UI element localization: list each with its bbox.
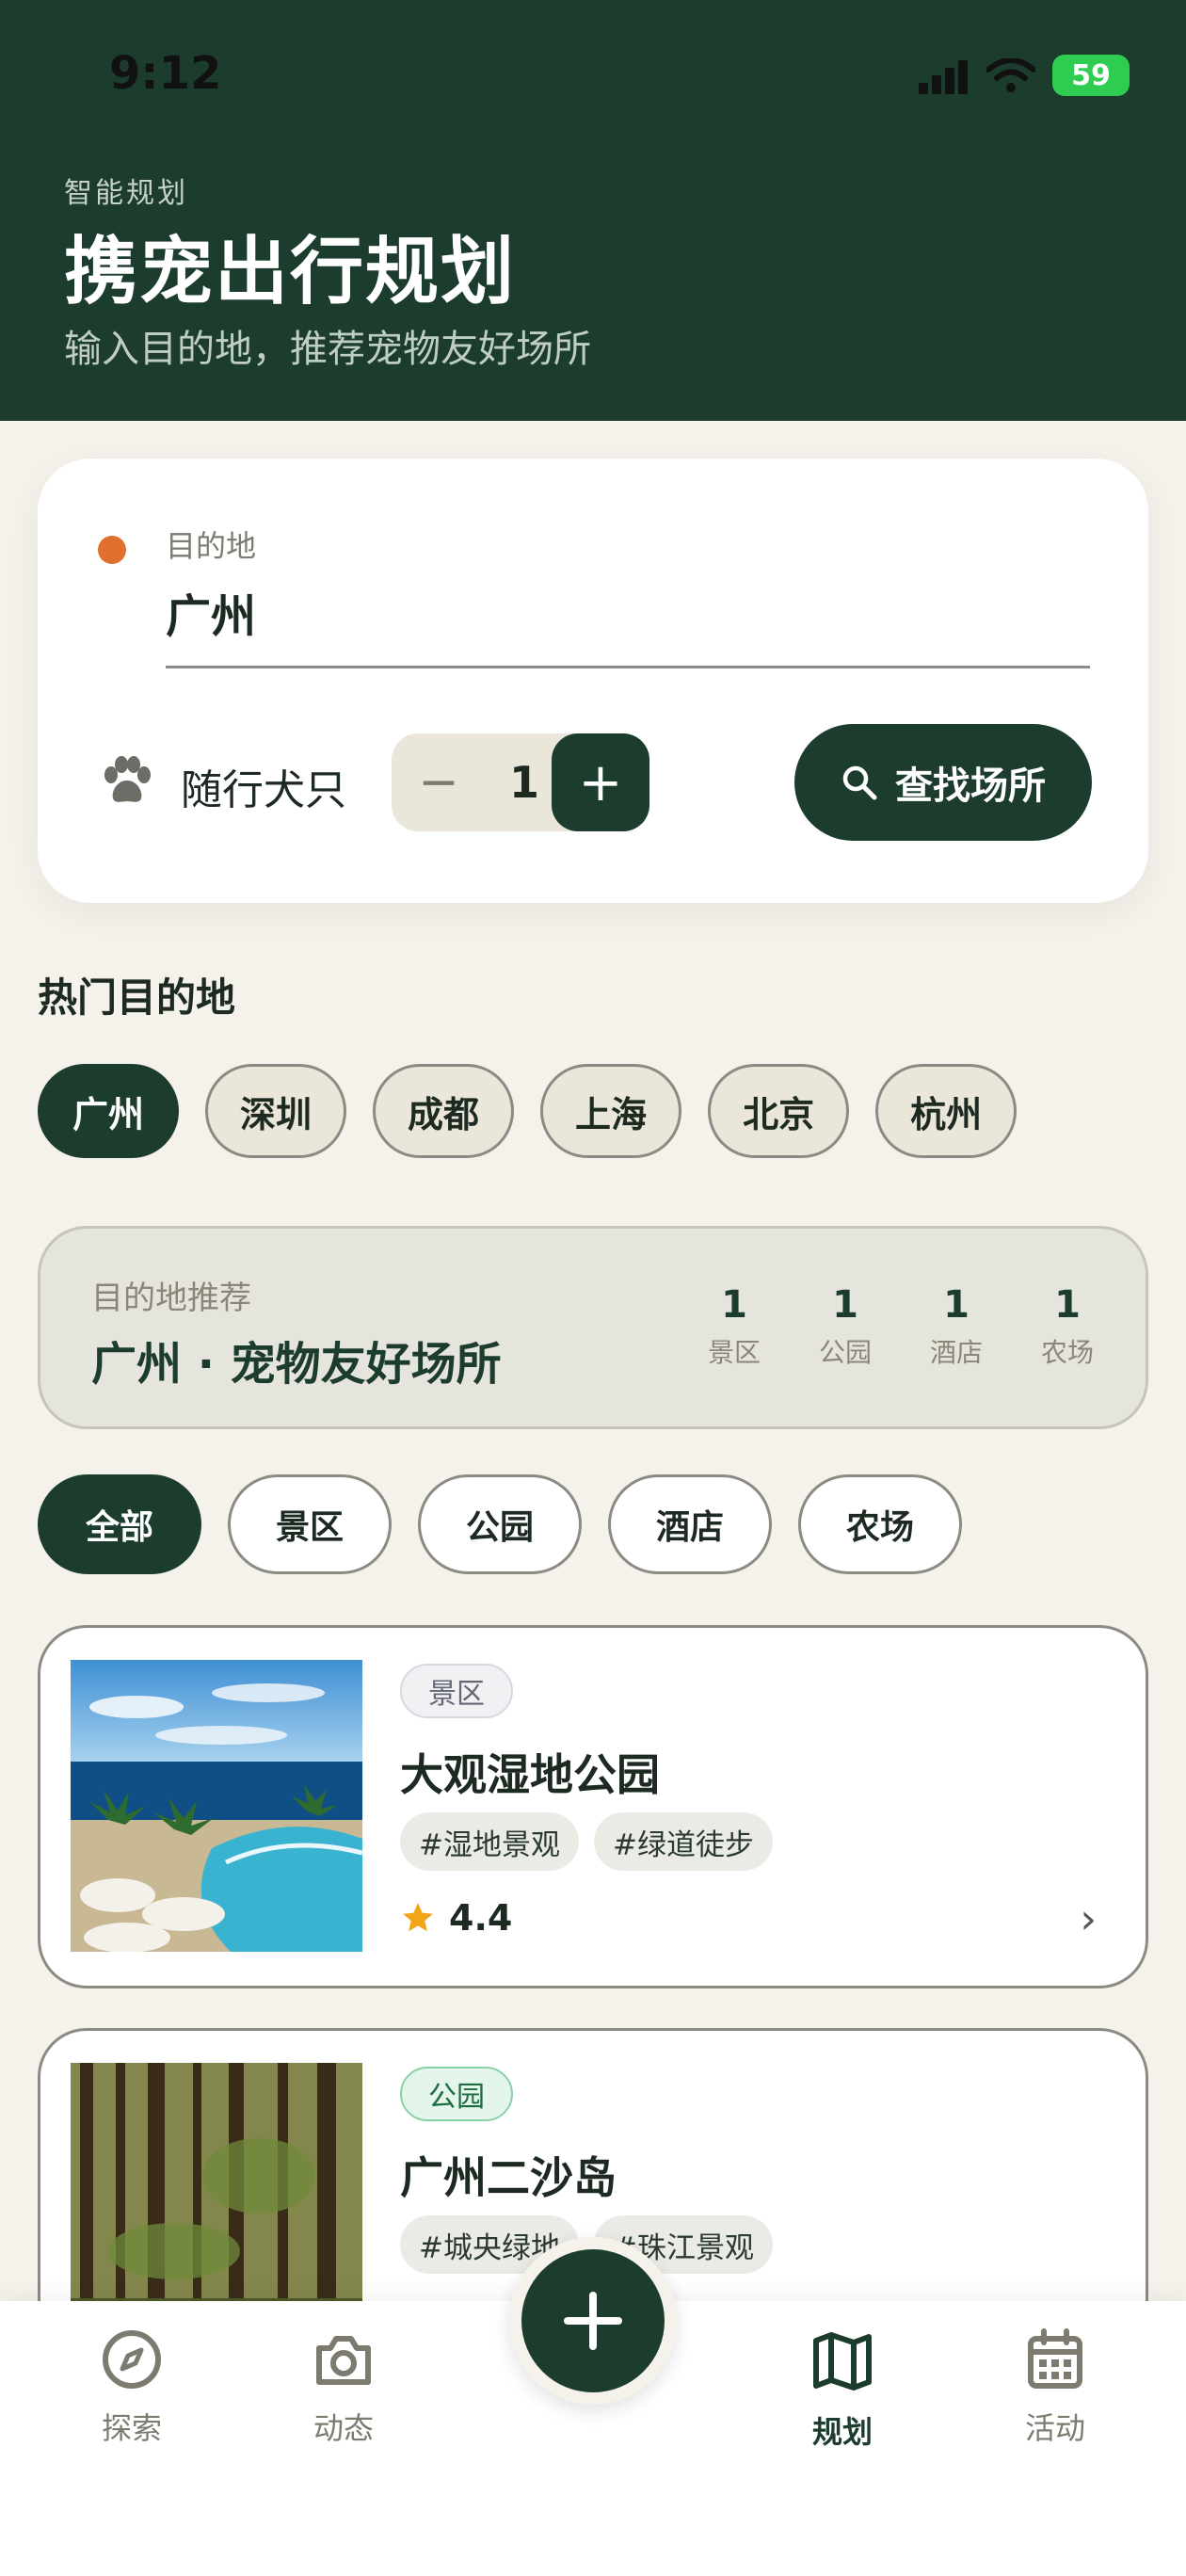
city-chip-guangzhou[interactable]: 广州: [38, 1064, 180, 1158]
place-tags: #湿地景观 #绿道徒步: [400, 1812, 773, 1871]
place-tag: #湿地景观: [400, 1812, 579, 1871]
category-badge: 公园: [400, 2067, 513, 2121]
recommendation-title: 广州 · 宠物友好场所: [91, 1338, 502, 1391]
destination-underline: [166, 666, 1090, 668]
find-places-label: 查找场所: [895, 765, 1046, 808]
recommendation-label: 目的地推荐: [91, 1280, 251, 1317]
city-chip-beijing[interactable]: 北京: [708, 1064, 850, 1158]
plus-icon-glyph: [564, 2292, 622, 2350]
destination-label: 目的地: [166, 528, 257, 564]
app-header: 9:12 59 智能规划 携宠出行规划 输入目的地，推荐宠物友好场所: [0, 0, 1186, 421]
city-chip-shanghai[interactable]: 上海: [540, 1064, 682, 1158]
calendar-icon: [1028, 2328, 1082, 2389]
stat-label: 公园: [818, 1337, 872, 1368]
place-name: 广州二沙岛: [400, 2152, 617, 2203]
recommendation-summary: 目的地推荐 广州 · 宠物友好场所 1 景区 1 公园 1 酒店 1 农场: [38, 1226, 1148, 1429]
place-rating: 4.4: [400, 1897, 512, 1939]
place-tag: #绿道徒步: [593, 1812, 773, 1871]
stat-label: 酒店: [929, 1337, 983, 1368]
stat-farm: 1 农场: [1025, 1283, 1110, 1370]
rating-value: 4.4: [449, 1897, 513, 1939]
battery-indicator: 59: [1052, 55, 1130, 96]
stat-park: 1 公园: [803, 1283, 888, 1370]
filter-park[interactable]: 公园: [418, 1474, 582, 1574]
signal-icon: [919, 60, 968, 94]
stat-scenic: 1 景区: [692, 1283, 777, 1370]
place-card[interactable]: 景区 大观湿地公园 #湿地景观 #绿道徒步 4.4 ›: [38, 1625, 1148, 1988]
place-thumbnail: [71, 1660, 362, 1952]
tab-label: 规划: [811, 2414, 873, 2450]
tab-label: 探索: [101, 2410, 162, 2446]
stat-hotel: 1 酒店: [914, 1283, 999, 1370]
chevron-right-icon: ›: [1080, 1895, 1097, 1943]
stat-value: 1: [1054, 1283, 1081, 1327]
stat-value: 1: [721, 1283, 747, 1327]
battery-level: 59: [1071, 58, 1111, 92]
type-filter-list: 全部 景区 公园 酒店 农场: [38, 1474, 962, 1574]
increase-button[interactable]: +: [552, 733, 649, 831]
search-icon: [842, 765, 877, 800]
filter-scenic[interactable]: 景区: [228, 1474, 392, 1574]
city-chip-chengdu[interactable]: 成都: [373, 1064, 515, 1158]
hot-destinations-title: 热门目的地: [38, 974, 236, 1021]
stat-value: 1: [943, 1283, 970, 1327]
create-button[interactable]: [509, 2237, 677, 2405]
tab-explore[interactable]: 探索: [56, 2327, 207, 2448]
compass-icon: [103, 2330, 161, 2389]
city-chip-shenzhen[interactable]: 深圳: [205, 1064, 347, 1158]
camera-icon: [316, 2336, 371, 2385]
destination-input[interactable]: 广州: [166, 579, 256, 645]
filter-hotel[interactable]: 酒店: [608, 1474, 772, 1574]
star-icon: [403, 1903, 433, 1932]
status-icons: [919, 58, 1035, 94]
tab-feed[interactable]: 动态: [268, 2327, 419, 2448]
status-time: 9:12: [109, 47, 222, 100]
map-icon: [813, 2332, 872, 2391]
stat-label: 农场: [1040, 1337, 1094, 1368]
stat-label: 景区: [707, 1337, 761, 1368]
stat-value: 1: [832, 1283, 858, 1327]
find-places-button[interactable]: 查找场所: [794, 724, 1092, 841]
filter-all[interactable]: 全部: [38, 1474, 201, 1574]
tab-label: 活动: [1024, 2410, 1085, 2446]
category-badge: 景区: [400, 1664, 513, 1718]
paw-icon: [104, 756, 151, 802]
destination-dot-icon: [98, 536, 126, 564]
search-card: 目的地 广州 随行犬只 − 1 + 查找场所: [38, 459, 1148, 903]
decrease-button[interactable]: −: [392, 733, 486, 831]
dog-count-stepper: − 1 +: [392, 733, 649, 831]
tab-plan[interactable]: 规划: [767, 2327, 918, 2452]
hot-destinations-list: 广州 深圳 成都 上海 北京 杭州: [38, 1064, 1018, 1158]
page-title: 携宠出行规划: [64, 230, 517, 314]
plus-icon: [521, 2249, 665, 2392]
dog-count-value: 1: [508, 757, 539, 808]
tab-events[interactable]: 活动: [980, 2327, 1130, 2448]
city-chip-hangzhou[interactable]: 杭州: [875, 1064, 1018, 1158]
wifi-icon: [986, 58, 1035, 92]
page-description: 输入目的地，推荐宠物友好场所: [64, 328, 591, 371]
tab-label: 动态: [313, 2410, 374, 2446]
header-eyebrow: 智能规划: [64, 177, 188, 210]
place-name: 大观湿地公园: [400, 1749, 660, 1800]
filter-farm[interactable]: 农场: [798, 1474, 962, 1574]
dog-count-label: 随行犬只: [181, 766, 346, 814]
